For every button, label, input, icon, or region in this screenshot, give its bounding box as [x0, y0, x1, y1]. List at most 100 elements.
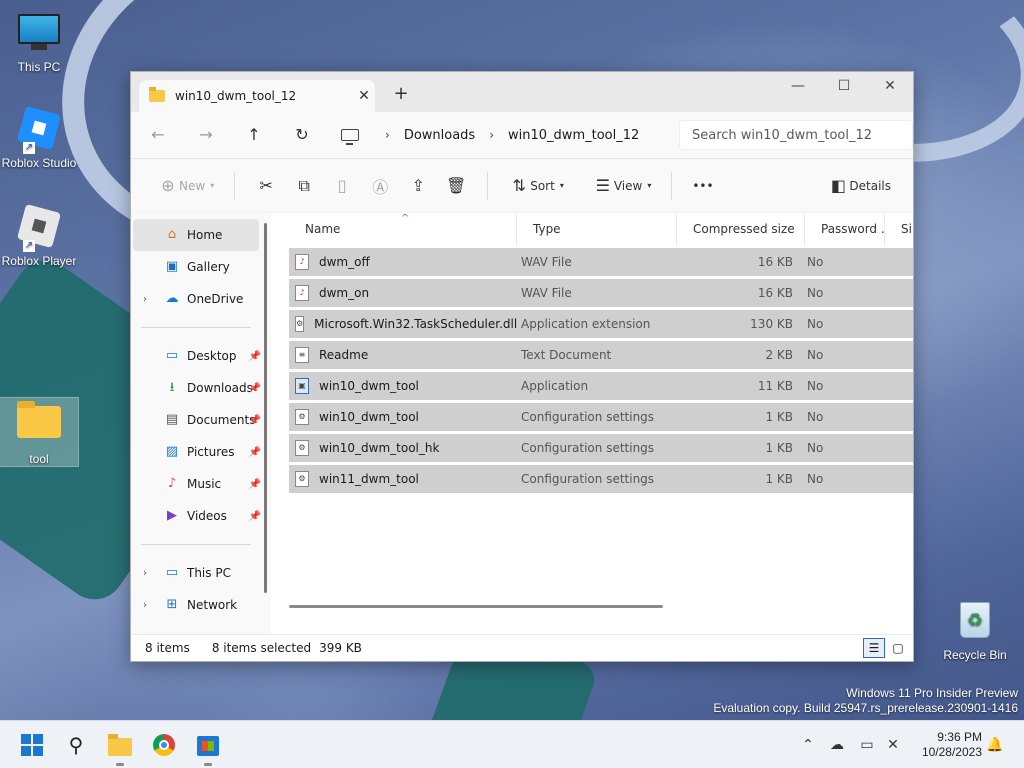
network-icon[interactable]: ▭	[854, 737, 880, 753]
sidebar-item-label: Documents	[187, 413, 256, 427]
breadcrumb[interactable]: › Downloads › win10_dwm_tool_12	[333, 120, 663, 150]
sidebar-item-documents[interactable]: ▤ Documents 📌	[131, 404, 271, 436]
forward-button[interactable]: →	[189, 120, 223, 150]
volume-muted-icon[interactable]: ✕	[880, 737, 906, 753]
pin-icon[interactable]: 📌	[249, 511, 261, 522]
file-compressed-size: 1 KB	[765, 472, 793, 486]
sidebar-item-downloads[interactable]: ⭳ Downloads 📌	[131, 372, 271, 404]
minimize-button[interactable]: —	[775, 72, 821, 102]
details-pane-button[interactable]: ◧ Details	[819, 170, 899, 202]
sidebar-item-pictures[interactable]: ▨ Pictures 📌	[131, 436, 271, 468]
file-row[interactable]: ♪ dwm_on WAV File 16 KB No	[289, 279, 913, 307]
column-header-compressed-size[interactable]: Compressed size	[677, 213, 805, 245]
notification-button[interactable]: 🔔	[986, 721, 1003, 768]
chevron-up-icon[interactable]: ⌃	[796, 737, 820, 753]
sidebar-item-label: Network	[187, 598, 238, 612]
sidebar-item-this-pc[interactable]: › ▭ This PC	[131, 557, 271, 589]
column-header-name[interactable]: ^ Name	[275, 213, 517, 245]
view-button-label: View	[613, 178, 643, 193]
file-row[interactable]: ≡ Readme Text Document 2 KB No	[289, 341, 913, 369]
search-input[interactable]: Search win10_dwm_tool_12	[679, 120, 913, 150]
file-row[interactable]: ⚙ win10_dwm_tool Configuration settings 1 K…	[289, 403, 913, 431]
column-header-size[interactable]: Si	[885, 213, 913, 245]
pin-icon[interactable]: 📌	[249, 383, 261, 394]
taskbar-file-explorer[interactable]	[104, 729, 136, 766]
search-button[interactable]: ⚲	[60, 729, 92, 761]
details-view-button[interactable]: ☰	[863, 638, 885, 658]
file-name-cell: ⚙ win10_dwm_tool	[289, 409, 517, 425]
desktop-icon-this-pc[interactable]: This PC	[0, 10, 78, 74]
taskbar-store[interactable]	[192, 729, 224, 766]
pin-icon[interactable]: 📌	[249, 415, 261, 426]
up-button[interactable]: ↑	[237, 120, 271, 150]
view-button[interactable]: ☰ View ▾	[584, 170, 660, 202]
pin-icon[interactable]: 📌	[249, 351, 261, 362]
taskbar-chrome[interactable]	[148, 729, 180, 761]
file-row[interactable]: ⚙ win10_dwm_tool_hk Configuration settings…	[289, 434, 913, 462]
paste-button[interactable]: ▯	[323, 170, 361, 202]
title-bar[interactable]: win10_dwm_tool_12 ✕ + — ☐ ✕	[131, 72, 913, 112]
sidebar-item-videos[interactable]: ▶ Videos 📌	[131, 500, 271, 532]
chevron-right-icon[interactable]: ›	[143, 568, 147, 579]
desktop-icon-recycle-bin[interactable]: ♻ Recycle Bin	[936, 598, 1014, 662]
sidebar-item-label: Home	[187, 228, 223, 242]
sidebar-item-network[interactable]: › ⊞ Network	[131, 589, 271, 621]
sidebar-item-music[interactable]: ♪ Music 📌	[131, 468, 271, 500]
column-header-password[interactable]: Password ...	[805, 213, 885, 245]
chevron-right-icon[interactable]: ›	[143, 600, 147, 611]
pin-icon[interactable]: 📌	[249, 479, 261, 490]
column-header-type[interactable]: Type	[517, 213, 677, 245]
tiles-view-button[interactable]: ▢	[887, 638, 909, 658]
sidebar-item-onedrive[interactable]: › ☁ OneDrive	[131, 283, 271, 315]
sidebar-item-label: OneDrive	[187, 292, 244, 306]
selection-size: 399 KB	[319, 641, 362, 655]
file-row[interactable]: ⚙ Microsoft.Win32.TaskScheduler.dll Applic…	[289, 310, 913, 338]
desktop-icon-tool-folder[interactable]: tool	[0, 397, 79, 467]
chevron-right-icon[interactable]: ›	[143, 294, 147, 305]
breadcrumb-item-downloads[interactable]: Downloads	[404, 128, 475, 143]
column-header-label: Password ...	[821, 222, 885, 236]
sort-button[interactable]: ⇅ Sort ▾	[500, 170, 572, 202]
close-button[interactable]: ✕	[867, 72, 913, 102]
cut-button[interactable]: ✂	[247, 170, 285, 202]
desktop-icon-roblox-studio[interactable]: ↗ Roblox Studio	[0, 105, 78, 170]
file-row[interactable]: ♪ dwm_off WAV File 16 KB No	[289, 248, 913, 276]
maximize-button[interactable]: ☐	[821, 72, 867, 102]
system-tray: ⌃ ☁ ▭ ✕	[796, 721, 906, 768]
sidebar-item-desktop[interactable]: ▭ Desktop 📌	[131, 340, 271, 372]
search-icon: ⚲	[68, 733, 84, 757]
sidebar-item-gallery[interactable]: ▣ Gallery	[131, 251, 271, 283]
new-button[interactable]: ⊕ New ▾	[149, 170, 222, 202]
list-view-icon: ☰	[595, 176, 610, 195]
start-button[interactable]	[16, 729, 48, 761]
file-row[interactable]: ⚙ win11_dwm_tool Configuration settings 1 K…	[289, 465, 913, 493]
pin-icon[interactable]: 📌	[249, 447, 261, 458]
back-button[interactable]: ←	[141, 120, 175, 150]
file-name: win11_dwm_tool	[319, 472, 419, 486]
chevron-right-icon[interactable]: ›	[489, 128, 494, 142]
file-type: Configuration settings	[521, 472, 655, 486]
file-name-cell: ♪ dwm_off	[289, 254, 517, 270]
file-row[interactable]: ▣ win10_dwm_tool Application 11 KB No	[289, 372, 913, 400]
close-tab-button[interactable]: ✕	[353, 88, 375, 104]
vertical-scrollbar[interactable]	[264, 223, 267, 593]
share-button[interactable]: ⇪	[399, 170, 437, 202]
chevron-right-icon[interactable]: ›	[385, 128, 390, 142]
delete-button[interactable]: 🗑	[437, 170, 475, 202]
copy-button[interactable]: ⧉	[285, 170, 323, 202]
refresh-button[interactable]: ↻	[285, 120, 319, 150]
share-icon: ⇪	[411, 176, 425, 195]
tab-title: win10_dwm_tool_12	[175, 89, 297, 103]
cloud-status-icon[interactable]: ☁	[820, 737, 854, 753]
tab-current[interactable]: win10_dwm_tool_12 ✕	[139, 80, 375, 112]
clock[interactable]: 9:36 PM 10/28/2023	[922, 730, 982, 760]
rename-button[interactable]: Ⓐ	[361, 170, 399, 202]
more-options-button[interactable]: •••	[684, 170, 721, 202]
sidebar-item-home[interactable]: ⌂ Home	[133, 219, 259, 251]
new-tab-button[interactable]: +	[389, 82, 413, 106]
breadcrumb-item-current[interactable]: win10_dwm_tool_12	[508, 128, 639, 143]
file-compressed-size: 16 KB	[757, 255, 793, 269]
desktop-icon-roblox-player[interactable]: ↗ Roblox Player	[0, 203, 78, 268]
sort-ascending-icon: ^	[401, 213, 410, 224]
horizontal-scrollbar[interactable]	[289, 605, 663, 608]
